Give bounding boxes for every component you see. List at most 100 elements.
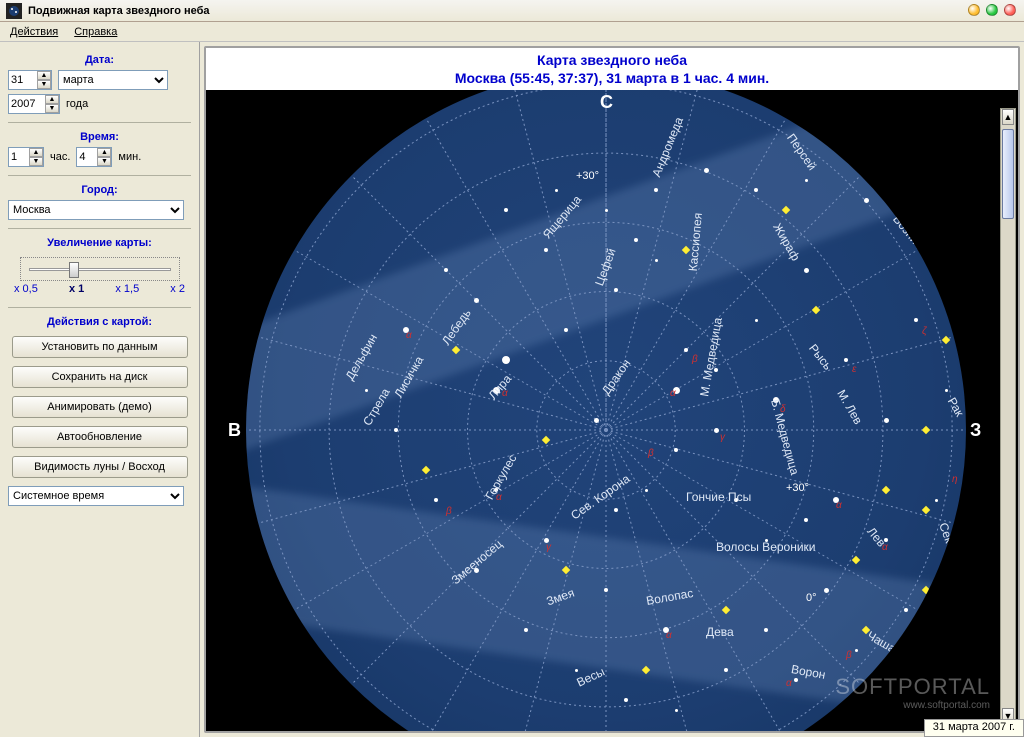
moon-visibility-button[interactable]: Видимость луны / Восход xyxy=(12,456,188,478)
star-greek-label: α xyxy=(670,388,676,399)
star xyxy=(594,418,599,423)
star xyxy=(884,418,889,423)
star xyxy=(855,649,858,652)
star-greek-label: ζ xyxy=(922,326,927,337)
star-greek-label: β xyxy=(846,650,852,661)
star-greek-label: γ xyxy=(720,432,725,443)
status-bar: 31 марта 2007 г. xyxy=(924,719,1024,737)
main-panel: Карта звездного неба Москва (55:45, 37:3… xyxy=(204,46,1020,733)
zoom-option[interactable]: x 0,5 xyxy=(14,283,38,295)
star xyxy=(502,356,510,364)
star xyxy=(804,268,809,273)
sidebar: Дата: ▲▼ марта ▲▼ года Время: ▲▼ час. xyxy=(0,42,200,737)
star xyxy=(794,678,798,682)
year-spinner[interactable]: ▲▼ xyxy=(8,94,60,114)
map-subtitle: Москва (55:45, 37:37), 31 марта в 1 час.… xyxy=(206,70,1018,90)
zoom-option[interactable]: x 2 xyxy=(170,283,185,295)
star xyxy=(544,248,548,252)
star xyxy=(755,319,758,322)
vertical-scrollbar[interactable]: ▲ ▼ xyxy=(1000,108,1016,725)
star xyxy=(714,428,719,433)
star-greek-label: ε xyxy=(852,364,856,375)
actions-label: Действия с картой: xyxy=(8,316,191,328)
animate-demo-button[interactable]: Анимировать (демо) xyxy=(12,396,188,418)
city-label: Город: xyxy=(8,184,191,196)
maximize-icon[interactable] xyxy=(986,4,998,16)
degree-label: +30° xyxy=(786,482,809,494)
star xyxy=(655,259,658,262)
hour-down-icon[interactable]: ▼ xyxy=(29,157,43,166)
city-select[interactable]: Москва xyxy=(8,200,184,220)
scroll-up-icon[interactable]: ▲ xyxy=(1002,109,1014,125)
star xyxy=(914,318,918,322)
star xyxy=(964,468,966,472)
star xyxy=(754,188,758,192)
constellation-label: Волосы Вероники xyxy=(716,540,816,554)
hour-up-icon[interactable]: ▲ xyxy=(29,148,43,157)
star xyxy=(844,358,848,362)
day-input[interactable] xyxy=(9,71,37,89)
year-up-icon[interactable]: ▲ xyxy=(45,95,59,104)
minute-down-icon[interactable]: ▼ xyxy=(97,157,111,166)
day-down-icon[interactable]: ▼ xyxy=(37,80,51,89)
hour-spinner[interactable]: ▲▼ xyxy=(8,147,44,167)
star-greek-label: β xyxy=(446,506,452,517)
star xyxy=(634,238,638,242)
star xyxy=(645,489,648,492)
star xyxy=(935,499,938,502)
year-down-icon[interactable]: ▼ xyxy=(45,104,59,113)
close-icon[interactable] xyxy=(1004,4,1016,16)
star xyxy=(724,668,728,672)
star xyxy=(394,428,398,432)
save-to-disk-button[interactable]: Сохранить на диск xyxy=(12,366,188,388)
year-suffix: года xyxy=(66,98,88,110)
map-title: Карта звездного неба xyxy=(206,48,1018,70)
zoom-option[interactable]: x 1,5 xyxy=(115,283,139,295)
star xyxy=(564,328,568,332)
menu-actions[interactable]: Действия xyxy=(10,26,58,38)
minimize-icon[interactable] xyxy=(968,4,980,16)
month-select[interactable]: марта xyxy=(58,70,168,90)
star xyxy=(604,588,608,592)
day-up-icon[interactable]: ▲ xyxy=(37,71,51,80)
auto-update-button[interactable]: Автообновление xyxy=(12,426,188,448)
star xyxy=(824,588,829,593)
star-greek-label: α xyxy=(496,492,502,503)
star xyxy=(624,698,628,702)
hour-input[interactable] xyxy=(9,148,29,166)
compass-w: З xyxy=(970,420,981,441)
zoom-option[interactable]: x 1 xyxy=(69,283,84,295)
star xyxy=(684,348,688,352)
star xyxy=(864,198,869,203)
app-icon xyxy=(6,3,22,19)
star xyxy=(474,298,479,303)
degree-label: 0° xyxy=(806,592,817,604)
zoom-slider[interactable] xyxy=(20,257,180,281)
minute-suffix: мин. xyxy=(118,151,141,163)
star-greek-label: α xyxy=(836,500,842,511)
scroll-thumb[interactable] xyxy=(1002,129,1014,219)
date-label: Дата: xyxy=(8,54,191,66)
star xyxy=(675,709,678,712)
minute-input[interactable] xyxy=(77,148,97,166)
star xyxy=(605,209,608,212)
time-mode-select[interactable]: Системное время xyxy=(8,486,184,506)
star xyxy=(614,508,618,512)
star-greek-label: η xyxy=(952,474,958,485)
star xyxy=(805,179,808,182)
menu-help[interactable]: Справка xyxy=(74,26,117,38)
star xyxy=(444,268,448,272)
star xyxy=(764,628,768,632)
set-by-data-button[interactable]: Установить по данным xyxy=(12,336,188,358)
zoom-label: Увеличение карты: xyxy=(8,237,191,249)
minute-spinner[interactable]: ▲▼ xyxy=(76,147,112,167)
star xyxy=(555,189,558,192)
star-map[interactable]: АндромедаПерсейЯщерицаЦефейКассиопеяЖира… xyxy=(206,90,1018,731)
star-greek-label: γ xyxy=(546,542,551,553)
minute-up-icon[interactable]: ▲ xyxy=(97,148,111,157)
day-spinner[interactable]: ▲▼ xyxy=(8,70,52,90)
time-label: Время: xyxy=(8,131,191,143)
hour-suffix: час. xyxy=(50,151,70,163)
year-input[interactable] xyxy=(9,95,45,113)
zoom-thumb[interactable] xyxy=(69,262,79,278)
